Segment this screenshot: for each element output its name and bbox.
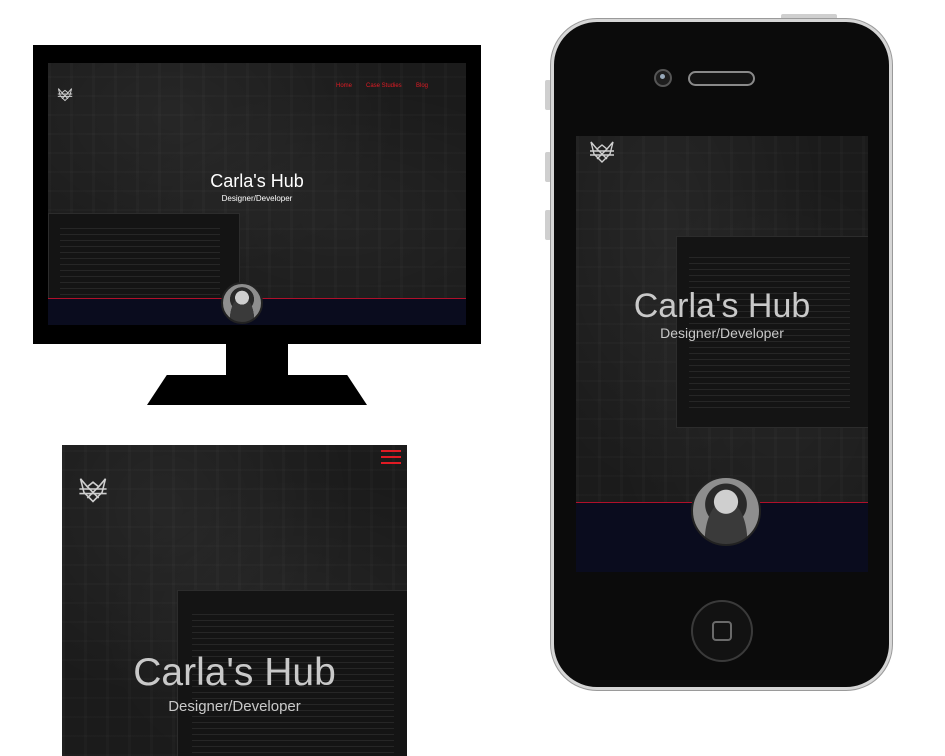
fox-logo-icon[interactable] (587, 136, 617, 166)
hero-title: Carla's Hub (210, 171, 304, 191)
fox-logo-icon[interactable] (56, 85, 74, 103)
nav-home-link[interactable]: Home (336, 83, 352, 89)
monitor-neck (226, 344, 288, 376)
fox-logo-icon[interactable] (76, 472, 110, 506)
hero-subtitle: Designer/Developer (660, 325, 784, 341)
phone-speaker (688, 71, 755, 86)
hero-subtitle: Designer/Developer (168, 698, 301, 715)
desktop-screen: Home Case Studies Blog Carla's Hub Desig… (48, 63, 466, 325)
profile-avatar (691, 476, 761, 546)
hamburger-menu-icon[interactable] (381, 450, 401, 468)
monitor-base (147, 375, 367, 405)
nav-case-studies-link[interactable]: Case Studies (366, 83, 402, 89)
profile-avatar (221, 282, 263, 324)
hero-title: Carla's Hub (633, 287, 811, 325)
tablet-screen: Carla's Hub Designer/Developer (62, 445, 407, 756)
background-laptop-image (48, 213, 240, 305)
hero-subtitle: Designer/Developer (221, 194, 293, 203)
phone-screen: Carla's Hub Designer/Developer (576, 136, 868, 572)
nav-blog-link[interactable]: Blog (416, 83, 428, 89)
home-button-icon[interactable] (691, 600, 753, 662)
camera-icon (654, 69, 672, 87)
hero-title: Carla's Hub (133, 651, 336, 694)
